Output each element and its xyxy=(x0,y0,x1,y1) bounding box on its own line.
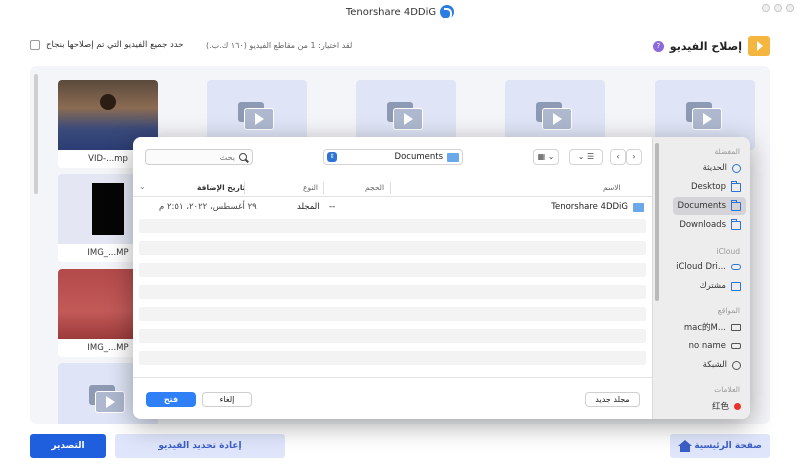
column-date-added[interactable]: تاريخ الإضافة xyxy=(197,183,245,192)
sidebar-item-recents[interactable]: الحديثة xyxy=(673,159,746,177)
dialog-main: ⇕ Documents ▦ ⌄ ⌄ ☰ ‹ › ⌄ تاريخ الإضافة … xyxy=(133,137,652,419)
column-kind[interactable]: النوع xyxy=(303,183,318,192)
select-all-checkbox[interactable] xyxy=(30,40,40,50)
sidebar-item-network[interactable]: الشبكة xyxy=(673,356,746,374)
minimize-icon[interactable] xyxy=(762,4,770,12)
home-button-label: صفحة الرئيسية xyxy=(694,441,762,451)
row-date-added: ٢٩ أغسطس، ٢٠٢٢، ٢:٥١ م xyxy=(159,202,257,212)
sidebar-item-label: Downloads xyxy=(679,220,726,230)
sidebar-item-label: الحديثة xyxy=(702,163,727,173)
reselect-video-button[interactable]: إعادة تحديد الفيديو xyxy=(115,434,285,458)
dialog-toolbar: ⇕ Documents ▦ ⌄ ⌄ ☰ ‹ › xyxy=(145,149,642,165)
grid-scrollbar[interactable] xyxy=(34,74,38,194)
select-all-label: حدد جميع الفيديو التي تم إصلاحها بنجاح xyxy=(46,40,184,50)
cancel-button[interactable]: إلغاء xyxy=(202,392,252,407)
clock-icon xyxy=(732,163,741,173)
video-placeholder-icon xyxy=(686,100,724,130)
search-icon xyxy=(239,153,247,161)
cloud-icon xyxy=(731,264,741,270)
video-placeholder-icon xyxy=(89,383,127,413)
shared-folder-icon xyxy=(731,281,741,291)
app-title: Tenorshare 4DDiG xyxy=(345,6,437,18)
video-repair-icon xyxy=(748,36,770,56)
sidebar-item-label: مشترك xyxy=(699,281,726,291)
sidebar-item-label: iCloud Dri... xyxy=(676,262,726,272)
row-size: -- xyxy=(329,202,336,212)
video-placeholder-icon xyxy=(387,100,425,130)
updown-arrows-icon: ⇕ xyxy=(327,152,337,162)
video-placeholder-icon xyxy=(536,100,574,130)
search-input[interactable] xyxy=(155,152,235,162)
maximize-icon[interactable] xyxy=(774,4,782,12)
help-icon[interactable]: ? xyxy=(652,40,664,52)
sidebar-heading-icloud: iCloud xyxy=(716,247,740,256)
home-button[interactable]: صفحة الرئيسية xyxy=(670,434,770,458)
page-header: حدد جميع الفيديو التي تم إصلاحها بنجاح ل… xyxy=(30,36,770,58)
column-size[interactable]: الحجم xyxy=(365,183,384,192)
home-icon xyxy=(678,440,692,452)
folder-icon xyxy=(447,152,459,162)
sidebar-item-shared[interactable]: مشترك xyxy=(673,277,746,295)
sidebar-item-icloud-drive[interactable]: iCloud Dri... xyxy=(673,258,746,276)
column-header: ⌄ تاريخ الإضافة النوع الحجم الاسم xyxy=(133,179,652,197)
globe-icon xyxy=(732,360,741,370)
sidebar-item-mac[interactable]: mac的M... xyxy=(673,318,746,336)
file-open-dialog: ⇕ Documents ▦ ⌄ ⌄ ☰ ‹ › ⌄ تاريخ الإضافة … xyxy=(133,137,750,419)
chevron-down-icon: ⌄ xyxy=(139,182,146,191)
sidebar-item-label: الشبكة xyxy=(702,360,727,370)
location-popup[interactable]: ⇕ Documents xyxy=(323,149,463,165)
sidebar-scrollbar[interactable] xyxy=(655,143,659,301)
folder-icon xyxy=(731,199,741,211)
sidebar-item-label: Documents xyxy=(677,201,726,211)
dialog-footer: فتح إلغاء مجلد جديد xyxy=(133,377,652,419)
sidebar-item-label: mac的M... xyxy=(683,323,726,333)
section-title-group: ? إصلاح الفيديو xyxy=(652,36,770,56)
search-field[interactable] xyxy=(145,149,253,165)
window-controls xyxy=(762,4,794,12)
export-button[interactable]: التصدير xyxy=(30,434,106,458)
open-button[interactable]: فتح xyxy=(146,392,196,407)
sidebar-heading-locations: المواقع xyxy=(717,306,740,315)
sidebar-item-red-tag[interactable]: 红色 xyxy=(673,397,746,415)
folder-icon xyxy=(633,203,644,212)
file-row[interactable]: ٢٩ أغسطس، ٢٠٢٢، ٢:٥١ م المجلد -- Tenorsh… xyxy=(139,199,646,217)
red-tag-icon xyxy=(734,402,741,410)
new-folder-button[interactable]: مجلد جديد xyxy=(585,392,640,407)
sidebar-item-label: no name xyxy=(688,341,726,351)
selection-info: لقد اختيار: 1 من مقاطع الفيديو (١٦٠ ك.ب.… xyxy=(206,41,353,50)
sidebar-item-label: 红色 xyxy=(711,402,729,412)
location-label: Documents xyxy=(394,152,443,162)
row-kind: المجلد xyxy=(297,202,320,212)
forward-button[interactable]: › xyxy=(626,149,642,165)
sidebar-item-downloads[interactable]: Downloads xyxy=(673,216,746,234)
select-all-control[interactable]: حدد جميع الفيديو التي تم إصلاحها بنجاح xyxy=(30,40,184,50)
sidebar-item-documents[interactable]: Documents xyxy=(673,197,746,215)
icon-view-button[interactable]: ▦ ⌄ xyxy=(533,149,559,165)
app-logo-icon xyxy=(440,5,455,20)
sidebar-item-label: Desktop xyxy=(690,182,726,192)
sidebar-heading-favorites: المفضلة xyxy=(714,147,740,156)
list-view-button[interactable]: ⌄ ☰ xyxy=(569,149,603,165)
page-title: إصلاح الفيديو xyxy=(669,39,742,53)
video-placeholder-icon xyxy=(238,100,276,130)
close-icon[interactable] xyxy=(786,4,794,12)
sidebar-item-desktop[interactable]: Desktop xyxy=(673,178,746,196)
title-bar: Tenorshare 4DDiG xyxy=(0,0,800,24)
monitor-icon xyxy=(731,323,741,331)
back-button[interactable]: ‹ xyxy=(610,149,626,165)
drive-icon xyxy=(731,343,741,349)
folder-icon xyxy=(731,218,741,230)
folder-icon xyxy=(731,180,741,192)
row-name: Tenorshare 4DDiG xyxy=(551,202,628,212)
dialog-sidebar: المفضلة الحديثة Desktop Documents Downlo… xyxy=(652,137,750,419)
sidebar-item-no-name[interactable]: no name xyxy=(673,337,746,355)
column-name[interactable]: الاسم xyxy=(603,183,621,192)
sidebar-heading-tags: العلامات xyxy=(714,385,740,394)
